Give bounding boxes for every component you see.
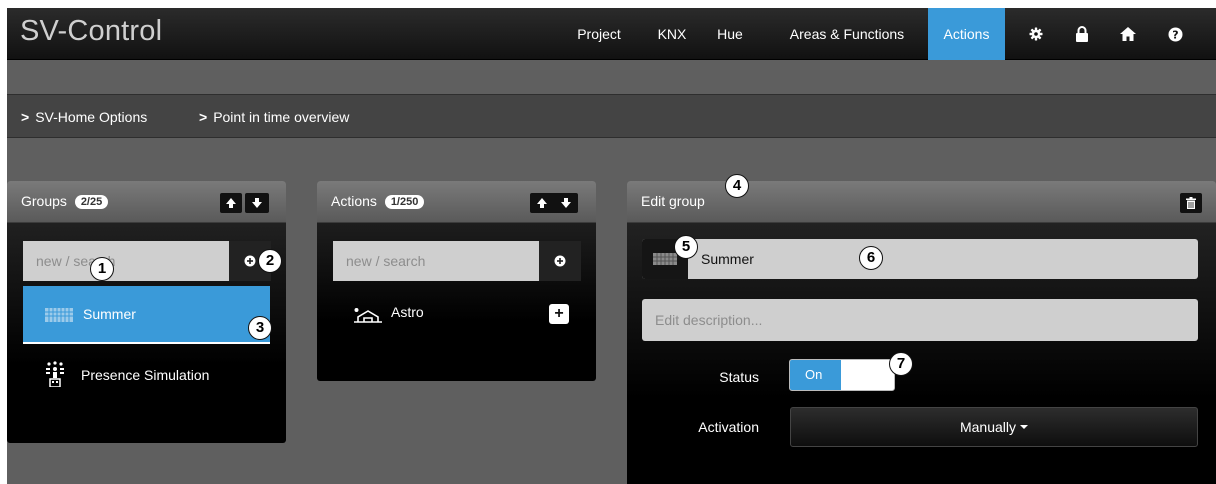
actions-count-badge: 1/250 xyxy=(384,195,425,209)
sort-buttons[interactable] xyxy=(530,193,578,213)
caret-down-icon xyxy=(1020,425,1029,429)
activation-value: Manually xyxy=(959,419,1017,435)
actions-search-input[interactable] xyxy=(333,241,539,281)
calendar-grid-icon xyxy=(45,308,73,325)
callout-marker-2: 2 xyxy=(258,249,282,273)
groups-title: Groups xyxy=(21,193,67,209)
actions-panel: Actions 1/250 Astro + xyxy=(317,181,596,381)
actions-title: Actions xyxy=(331,193,377,209)
breadcrumb: > SV-Home Options > Point in time overview xyxy=(7,94,1216,138)
actions-add-button[interactable] xyxy=(539,241,581,281)
nav-project[interactable]: Project xyxy=(564,8,634,60)
status-toggle[interactable]: On xyxy=(789,359,895,391)
nav-areas-functions[interactable]: Areas & Functions xyxy=(772,8,922,60)
app-title: SV-Control xyxy=(20,15,163,47)
arrow-up-icon xyxy=(537,198,547,208)
app-window: SV-Control Project KNX Hue Areas & Funct… xyxy=(7,8,1216,484)
callout-marker-3: 3 xyxy=(248,316,272,340)
list-item-label: Astro xyxy=(391,304,424,320)
callout-marker-5: 5 xyxy=(674,235,698,259)
gear-icon[interactable] xyxy=(1026,24,1046,44)
groups-search-input[interactable] xyxy=(23,241,229,281)
astro-sunrise-icon xyxy=(354,307,382,326)
groups-panel-header: Groups 2/25 xyxy=(7,181,286,223)
trash-icon xyxy=(1186,197,1196,209)
list-item[interactable]: Astro + xyxy=(333,287,580,337)
callout-marker-6: 6 xyxy=(859,246,883,270)
top-navbar: SV-Control Project KNX Hue Areas & Funct… xyxy=(7,8,1216,60)
presence-people-icon xyxy=(45,361,65,390)
activation-label: Activation xyxy=(698,419,759,435)
list-item-label: Presence Simulation xyxy=(81,367,210,383)
edit-group-panel: Edit group Status On Activation Manually xyxy=(627,181,1216,484)
group-name-row xyxy=(642,239,1198,279)
nav-actions[interactable]: Actions xyxy=(928,8,1005,60)
chevron-right-icon: > xyxy=(199,109,208,125)
status-label: Status xyxy=(719,369,759,385)
status-toggle-on: On xyxy=(790,360,841,390)
description-input[interactable] xyxy=(642,299,1198,341)
sort-up-button[interactable] xyxy=(220,193,242,213)
callout-marker-1: 1 xyxy=(90,257,114,281)
list-item-label: Summer xyxy=(83,306,136,322)
help-icon[interactable]: ? xyxy=(1165,24,1185,44)
chevron-right-icon: > xyxy=(21,109,30,125)
activation-dropdown[interactable]: Manually xyxy=(790,407,1198,447)
calendar-grid-icon xyxy=(653,253,677,265)
plus-circle-icon xyxy=(554,255,566,267)
home-icon[interactable] xyxy=(1118,24,1138,44)
nav-knx[interactable]: KNX xyxy=(647,8,697,60)
actions-search xyxy=(333,241,581,281)
delete-group-button[interactable] xyxy=(1180,193,1202,213)
callout-marker-7: 7 xyxy=(889,352,913,376)
lock-icon[interactable] xyxy=(1072,24,1092,44)
svg-text:?: ? xyxy=(1172,28,1178,41)
edit-group-title: Edit group xyxy=(641,193,705,209)
plus-circle-icon xyxy=(244,255,256,267)
groups-count-badge: 2/25 xyxy=(74,195,109,209)
edit-group-header: Edit group xyxy=(627,181,1216,223)
list-item[interactable]: Presence Simulation xyxy=(23,347,270,405)
add-action-button[interactable]: + xyxy=(549,304,569,324)
arrow-down-icon xyxy=(561,198,571,208)
groups-panel: Groups 2/25 Summer xyxy=(7,181,286,443)
list-item[interactable]: Summer xyxy=(23,286,270,344)
group-name-input[interactable] xyxy=(688,239,1198,279)
actions-panel-header: Actions 1/250 xyxy=(317,181,596,223)
callout-marker-4: 4 xyxy=(725,174,749,198)
nav-hue[interactable]: Hue xyxy=(710,8,750,60)
groups-search xyxy=(23,241,271,281)
crumb-sv-home-options[interactable]: > SV-Home Options xyxy=(21,95,147,139)
sort-down-button[interactable] xyxy=(245,193,269,213)
crumb-point-in-time-overview[interactable]: > Point in time overview xyxy=(199,95,349,139)
